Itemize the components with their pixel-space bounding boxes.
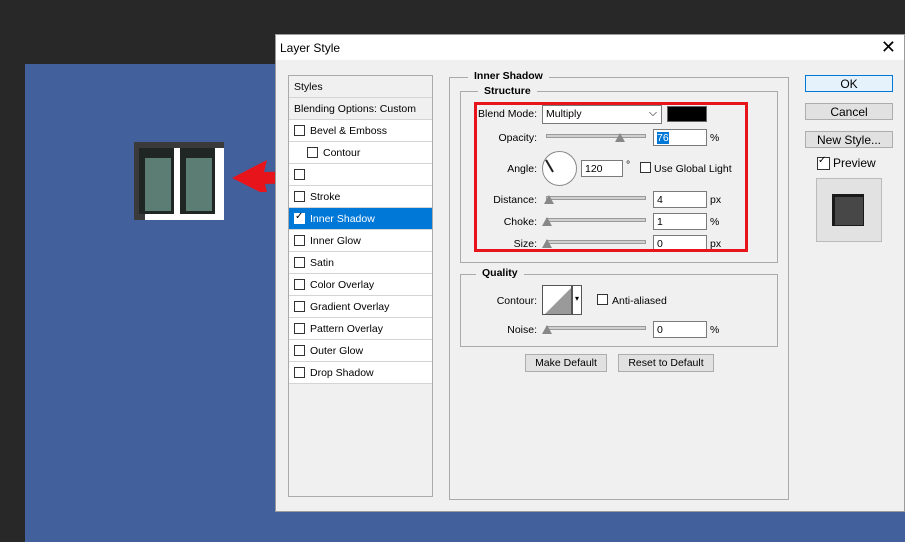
style-checkbox[interactable] (294, 367, 305, 378)
style-item-inner-shadow[interactable]: Inner Shadow (289, 208, 432, 230)
style-label: Inner Shadow (310, 212, 375, 225)
style-label: Contour (323, 146, 361, 159)
red-highlight-box (474, 102, 748, 252)
anti-aliased-checkbox[interactable] (597, 294, 608, 305)
blending-options[interactable]: Blending Options: Custom (289, 98, 432, 120)
cancel-button[interactable]: Cancel (805, 103, 893, 120)
preview-checkbox[interactable] (817, 155, 830, 170)
style-label: Inner Glow (310, 234, 361, 247)
style-item-gradient-overlay[interactable]: Gradient Overlay (289, 296, 432, 318)
style-label: Satin (310, 256, 334, 269)
noise-slider-knob[interactable] (542, 325, 552, 334)
structure-title: Structure (478, 85, 537, 97)
style-checkbox[interactable] (294, 235, 305, 246)
make-default-button[interactable]: Make Default (525, 354, 607, 372)
style-checkbox[interactable] (294, 169, 305, 180)
styles-list: Styles Blending Options: Custom Bevel & … (288, 75, 433, 497)
style-checkbox[interactable] (294, 279, 305, 290)
style-item-pattern-overlay[interactable]: Pattern Overlay (289, 318, 432, 340)
close-icon[interactable]: ✕ (881, 37, 896, 58)
style-checkbox[interactable] (294, 211, 305, 224)
dialog-title: Layer Style (280, 41, 341, 55)
quality-group (460, 274, 778, 347)
contour-dropdown-icon[interactable]: ▾ (572, 285, 582, 315)
contour-label: Contour: (496, 295, 537, 307)
styles-header[interactable]: Styles (289, 76, 432, 98)
noise-slider[interactable] (546, 326, 646, 330)
style-item-blank[interactable] (289, 164, 432, 186)
style-item-bevel-emboss[interactable]: Bevel & Emboss (289, 120, 432, 142)
noise-label: Noise: (507, 324, 537, 336)
style-checkbox[interactable] (307, 147, 318, 158)
layer-artwork (134, 142, 224, 220)
layer-style-dialog: Layer Style ✕ Styles Blending Options: C… (275, 34, 905, 512)
reset-to-default-button[interactable]: Reset to Default (618, 354, 714, 372)
style-item-drop-shadow[interactable]: Drop Shadow (289, 362, 432, 384)
style-label: Drop Shadow (310, 366, 374, 379)
contour-picker[interactable] (542, 285, 572, 315)
style-checkbox[interactable] (294, 301, 305, 312)
style-checkbox[interactable] (294, 345, 305, 356)
dialog-titlebar: Layer Style ✕ (276, 35, 904, 60)
noise-input[interactable]: 0 (653, 321, 707, 338)
preview-label: Preview (833, 156, 876, 170)
style-label: Color Overlay (310, 278, 375, 291)
style-label: Gradient Overlay (310, 300, 390, 313)
style-checkbox[interactable] (294, 323, 305, 334)
style-item-outer-glow[interactable]: Outer Glow (289, 340, 432, 362)
style-item-color-overlay[interactable]: Color Overlay (289, 274, 432, 296)
ok-button[interactable]: OK (805, 75, 893, 92)
style-item-inner-glow[interactable]: Inner Glow (289, 230, 432, 252)
style-label: Pattern Overlay (310, 322, 383, 335)
style-checkbox[interactable] (294, 191, 305, 202)
style-label: Stroke (310, 190, 341, 203)
style-label: Bevel & Emboss (310, 124, 388, 137)
style-item-stroke[interactable]: Stroke (289, 186, 432, 208)
anti-aliased-label: Anti-aliased (612, 295, 667, 307)
preview-thumbnail (816, 178, 882, 242)
style-label: Outer Glow (310, 344, 364, 357)
style-item-contour[interactable]: Contour (289, 142, 432, 164)
new-style-button[interactable]: New Style... (805, 131, 893, 148)
style-checkbox[interactable] (294, 125, 305, 136)
noise-unit: % (710, 324, 720, 336)
quality-title: Quality (476, 267, 524, 279)
style-checkbox[interactable] (294, 257, 305, 268)
panel-title: Inner Shadow (468, 70, 549, 82)
style-item-satin[interactable]: Satin (289, 252, 432, 274)
